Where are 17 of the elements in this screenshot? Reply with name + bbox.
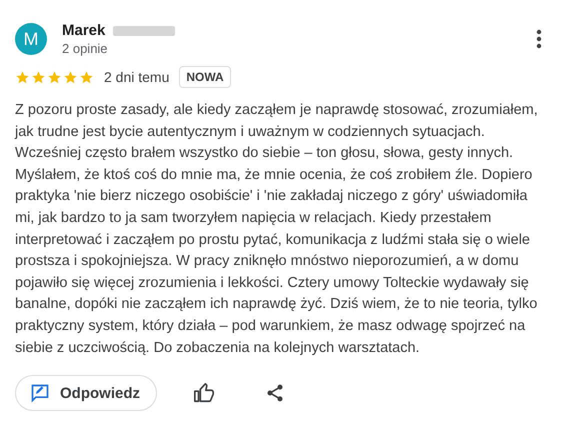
star-icon <box>63 70 78 84</box>
reviewer-name[interactable]: Marek <box>62 22 106 39</box>
avatar: M <box>15 23 47 55</box>
thumbs-up-icon[interactable] <box>193 382 215 404</box>
review-text: Z pozoru proste zasady, ale kiedy zacząłem je naprawdę stosować, zrozumiałem, jak trudne jest bycie autentycznym i uważnym w codziennych sytuacjach. Wcześniej często brałem wszystko do siebie – ton głosu, słowa, gesty innych. Myślałem, że ktoś coś do mnie ma, że mnie ocenia, że coś zrobiłem źle. Dopiero praktyka 'nie bierz niczego osobiście' i 'nie zakładaj niczego z góry' uświadomiła mi, jak bardzo to ja sam tworzyłem napięcia w relacjach. Kiedy przestałem interpretować i zacząłem po prostu pytać, komunikacja z ludźmi stała się o wiele prostsza i spokojniejsza. W pracy zniknęło mnóstwo nieporozumień, a w domu pojawiło się więcej zrozumienia i lekkości. Cztery umowy Tolteckie wydawały się banalne, dopóki nie zacząłem ich naprawdę żyć. Dziś wiem, że to nie teoria, tylko praktyczny system, który działa – pod warunkiem, że masz odwagę spojrzeć na siebie z uczciwością. Do zobaczenia na kolejnych warsztatach. <box>15 101 539 358</box>
more-options-icon[interactable] <box>536 29 542 49</box>
redacted-surname <box>113 24 176 36</box>
star-icon <box>15 70 30 84</box>
review-count: 2 opinie <box>62 41 109 56</box>
star-icon <box>31 70 46 84</box>
reply-icon <box>30 383 50 404</box>
reply-button[interactable]: Odpowiedz <box>15 375 157 412</box>
star-icon <box>79 70 94 84</box>
new-badge: NOWA <box>179 66 231 88</box>
share-icon[interactable] <box>265 383 285 404</box>
star-icon <box>47 70 62 84</box>
review-date: 2 dni temu <box>104 69 170 85</box>
